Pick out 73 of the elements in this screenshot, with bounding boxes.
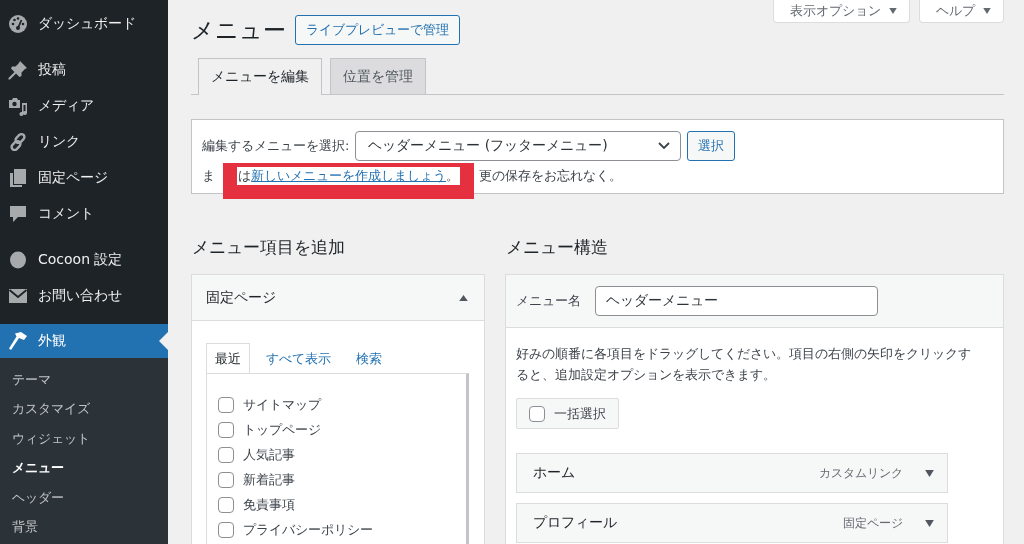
gauge-icon xyxy=(8,14,28,34)
menu-item-title: プロフィール xyxy=(533,514,618,532)
menu-item-type: 固定ページ xyxy=(843,514,903,532)
submenu-item[interactable]: ウィジェット xyxy=(0,424,168,454)
panel-tab[interactable]: 最近 xyxy=(206,343,250,374)
select-button[interactable]: 選択 xyxy=(687,131,736,161)
sidebar-item[interactable]: メディア xyxy=(0,88,168,124)
page-title: メニュー xyxy=(191,15,286,45)
checkbox[interactable] xyxy=(218,421,234,438)
create-menu-link[interactable]: 新しいメニューを作成しましょう xyxy=(251,168,447,183)
screen-meta-button[interactable]: ヘルプ xyxy=(919,0,1004,23)
speech-bubble-icon xyxy=(8,204,28,224)
notice-text: 。 xyxy=(446,168,460,183)
sidebar-item[interactable]: リンク xyxy=(0,124,168,160)
notice-text: は xyxy=(238,168,252,183)
caret-down-icon[interactable] xyxy=(925,469,934,477)
sidebar-item[interactable]: お問い合わせ xyxy=(0,278,168,314)
accordion-header[interactable]: 固定ページ xyxy=(192,275,484,321)
sidebar-item[interactable]: Cocoon 設定 xyxy=(0,242,168,278)
sidebar-item[interactable]: 外観 xyxy=(0,324,168,358)
section-heading: メニュー項目を追加 xyxy=(192,236,346,259)
submenu-item[interactable]: ヘッダー xyxy=(0,483,168,513)
panel-tab[interactable]: すべて表示 xyxy=(257,343,340,373)
pin-icon xyxy=(8,60,28,80)
submenu-item[interactable]: メニュー xyxy=(0,453,168,483)
circle-icon xyxy=(8,250,28,270)
sidebar-item[interactable]: 投稿 xyxy=(0,52,168,88)
checkbox[interactable] xyxy=(218,446,234,463)
checkbox[interactable] xyxy=(218,521,234,538)
nav-tab[interactable]: メニューを編集 xyxy=(198,58,322,95)
chain-link-icon xyxy=(8,132,28,152)
caret-down-icon xyxy=(983,8,991,14)
select-menu-label: 編集するメニューを選択: xyxy=(202,137,350,155)
caret-down-icon xyxy=(889,8,897,14)
page-option-label[interactable]: サイトマップ xyxy=(243,395,321,414)
submenu-item[interactable]: 背景 xyxy=(0,512,168,542)
notice-text: ま xyxy=(202,168,215,183)
checkbox[interactable] xyxy=(218,471,234,488)
submenu-item[interactable]: カスタマイズ xyxy=(0,394,168,424)
menu-item-type: カスタムリンク xyxy=(819,464,903,482)
menu-name-label: メニュー名 xyxy=(516,292,581,310)
menu-name-input[interactable]: ヘッダーメニュー xyxy=(595,286,878,316)
page-option-label[interactable]: 新着記事 xyxy=(243,470,295,489)
menu-item-title: ホーム xyxy=(533,464,576,482)
bulk-select-toggle[interactable]: 一括選択 xyxy=(516,398,619,429)
page-option-label[interactable]: 人気記事 xyxy=(243,445,295,464)
checkbox[interactable] xyxy=(218,396,234,413)
sidebar-item[interactable]: 固定ページ xyxy=(0,160,168,196)
panel-tab[interactable]: 検索 xyxy=(347,343,391,373)
section-heading: メニュー構造 xyxy=(506,236,609,259)
checkbox[interactable] xyxy=(218,496,234,513)
current-pointer-icon xyxy=(159,332,168,350)
menu-select[interactable]: ヘッダーメニュー (フッターメニュー) xyxy=(355,131,682,161)
page-option-label[interactable]: プライバシーポリシー xyxy=(243,520,373,539)
sidebar-item[interactable]: ダッシュボード xyxy=(0,6,168,42)
screen-meta-button[interactable]: 表示オプション xyxy=(773,0,910,23)
nav-tab[interactable]: 位置を管理 xyxy=(330,58,426,94)
notice-text: 更の保存をお忘れなく。 xyxy=(479,168,623,183)
camera-note-icon xyxy=(8,96,28,116)
caret-down-icon[interactable] xyxy=(925,519,934,527)
live-preview-button[interactable]: ライブプレビューで管理 xyxy=(295,15,460,45)
menu-item-bar[interactable]: プロフィール 固定ページ xyxy=(516,503,948,543)
paintbrush-icon xyxy=(8,331,28,351)
submenu-item[interactable]: テーマ xyxy=(0,365,168,395)
instructions-text: 好みの順番に各項目をドラッグしてください。項目の右側の矢印をクリックすると、追加設定オプションを表示できます。 xyxy=(516,345,972,384)
checkbox[interactable] xyxy=(529,405,545,422)
pages-icon xyxy=(8,168,28,188)
page-option-label[interactable]: トップページ xyxy=(243,420,321,439)
page-option-label[interactable]: 免責事項 xyxy=(243,495,295,514)
chevron-down-icon xyxy=(658,142,671,150)
menu-item-bar[interactable]: ホーム カスタムリンク xyxy=(516,453,948,493)
envelope-icon xyxy=(8,286,28,306)
sidebar-item[interactable]: コメント xyxy=(0,196,168,232)
